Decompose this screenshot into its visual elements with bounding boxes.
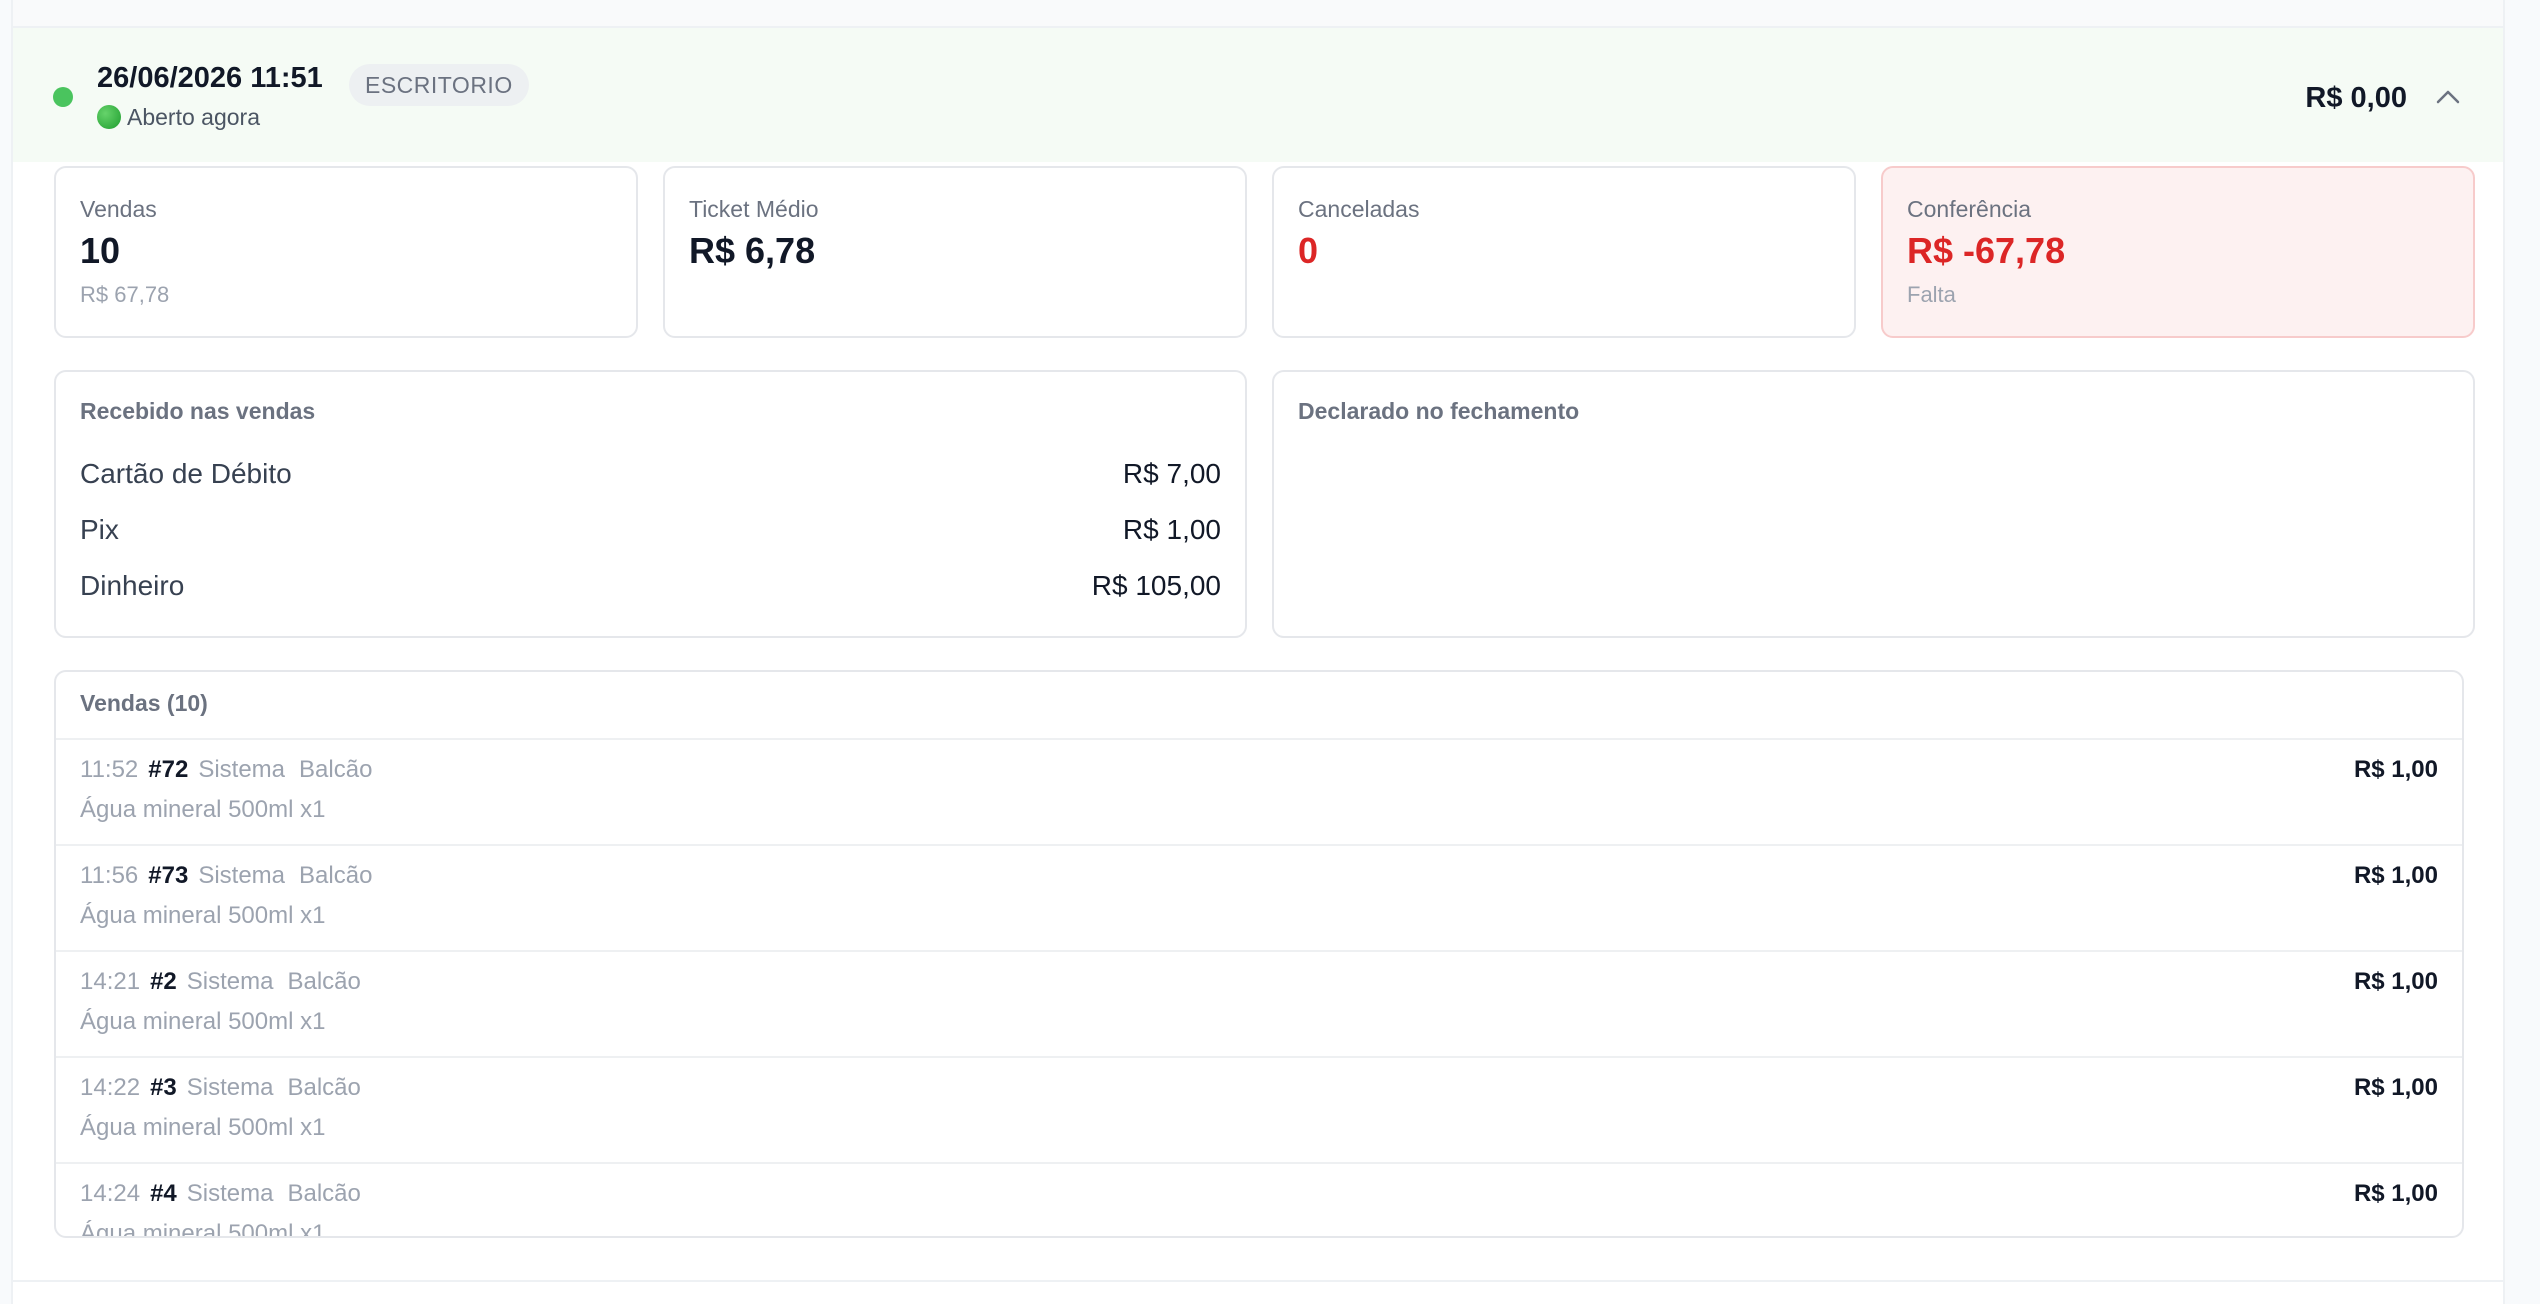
sale-number: #4: [150, 1180, 177, 1207]
status-dot-icon: [53, 87, 73, 107]
session-status-text: Aberto agora: [127, 104, 260, 130]
received-payments-card: Recebido nas vendas Cartão de Débito R$ …: [54, 370, 1247, 638]
payment-method: Cartão de Débito: [80, 458, 292, 489]
sale-channel: Balcão: [287, 968, 361, 995]
sale-time: 11:52: [80, 756, 139, 783]
payment-amount: R$ 1,00: [1122, 514, 1221, 545]
sale-number: #72: [148, 756, 189, 783]
green-circle-icon: [97, 105, 121, 129]
bottom-divider: [13, 1280, 2503, 1282]
sale-operator: Sistema: [186, 968, 274, 995]
payment-row: Cartão de Débito R$ 7,00: [80, 458, 1221, 498]
kpi-card-reconciliation: Conferência R$ -67,78 Falta: [1881, 166, 2475, 338]
sale-meta: 11:56 #73 Sistema Balcão: [80, 862, 372, 890]
sale-meta: 14:24 #4 Sistema Balcão: [80, 1180, 361, 1208]
sale-operator: Sistema: [198, 862, 286, 889]
session-total: R$ 0,00: [2305, 82, 2407, 114]
sale-amount: R$ 1,00: [2353, 1074, 2438, 1101]
sale-row[interactable]: 14:22 #3 Sistema Balcão Água mineral 500ml …: [56, 1058, 2462, 1164]
session-date: 26/06/2026 11:51: [97, 62, 323, 94]
sales-list-card: Vendas (10) 11:52 #72 Sistema Balcão Água m…: [54, 670, 2464, 1238]
sale-meta: 14:22 #3 Sistema Balcão: [80, 1074, 361, 1102]
payment-method: Pix: [80, 514, 119, 545]
kpi-label: Conferência: [1907, 196, 2032, 222]
kpi-card-sales: Vendas 10 R$ 67,78: [54, 166, 638, 338]
payment-row: Dinheiro R$ 105,00: [80, 570, 1221, 610]
payment-row: Pix R$ 1,00: [80, 514, 1221, 554]
sale-channel: Balcão: [287, 1180, 361, 1207]
sale-meta: 11:52 #72 Sistema Balcão: [80, 756, 372, 784]
sale-meta: 14:21 #2 Sistema Balcão: [80, 968, 361, 996]
cash-session-panel: 26/06/2026 11:51 ESCRITORIO Aberto agora…: [11, 0, 2505, 1304]
sale-operator: Sistema: [198, 756, 286, 783]
kpi-label: Canceladas: [1298, 196, 1420, 222]
sale-channel: Balcão: [287, 1074, 361, 1101]
sale-row[interactable]: 14:21 #2 Sistema Balcão Água mineral 500ml …: [56, 952, 2462, 1058]
declared-title: Declarado no fechamento: [1298, 398, 1580, 424]
payment-method: Dinheiro: [80, 570, 185, 601]
kpi-value: 0: [1298, 230, 1319, 271]
sale-operator: Sistema: [186, 1074, 274, 1101]
sale-time: 11:56: [80, 862, 139, 889]
sale-channel: Balcão: [299, 756, 373, 783]
sale-items: Água mineral 500ml x1: [80, 1220, 326, 1238]
top-band: [13, 0, 2503, 28]
sale-row[interactable]: 14:24 #4 Sistema Balcão Água mineral 500ml …: [56, 1164, 2462, 1238]
payment-amount: R$ 105,00: [1091, 570, 1221, 601]
kpi-label: Vendas: [80, 196, 157, 222]
sales-list[interactable]: 11:52 #72 Sistema Balcão Água mineral 500ml…: [56, 738, 2462, 1238]
sale-channel: Balcão: [299, 862, 373, 889]
chevron-up-icon[interactable]: [2433, 82, 2463, 112]
session-status: Aberto agora: [97, 104, 260, 131]
kpi-subvalue: Falta: [1907, 282, 1956, 307]
payment-amount: R$ 7,00: [1122, 458, 1221, 489]
kpi-label: Ticket Médio: [689, 196, 819, 222]
sale-items: Água mineral 500ml x1: [80, 796, 326, 823]
kpi-card-cancelled: Canceladas 0: [1272, 166, 1856, 338]
sale-time: 14:24: [80, 1180, 141, 1207]
kpi-subvalue: R$ 67,78: [80, 282, 170, 307]
sale-row[interactable]: 11:56 #73 Sistema Balcão Água mineral 500ml…: [56, 846, 2462, 952]
sale-number: #3: [150, 1074, 177, 1101]
sale-items: Água mineral 500ml x1: [80, 902, 326, 929]
sale-operator: Sistema: [186, 1180, 274, 1207]
sale-amount: R$ 1,00: [2353, 756, 2438, 783]
kpi-value: 10: [80, 230, 121, 271]
sale-items: Água mineral 500ml x1: [80, 1114, 326, 1141]
kpi-card-average-ticket: Ticket Médio R$ 6,78: [663, 166, 1247, 338]
sale-amount: R$ 1,00: [2353, 968, 2438, 995]
sale-number: #2: [150, 968, 177, 995]
sale-items: Água mineral 500ml x1: [80, 1008, 326, 1035]
sale-amount: R$ 1,00: [2353, 862, 2438, 889]
sale-time: 14:22: [80, 1074, 141, 1101]
kpi-value: R$ -67,78: [1907, 230, 2066, 271]
sales-list-title: Vendas (10): [80, 690, 208, 716]
sale-time: 14:21: [80, 968, 141, 995]
sale-amount: R$ 1,00: [2353, 1180, 2438, 1207]
declared-closing-card: Declarado no fechamento: [1272, 370, 2475, 638]
kpi-value: R$ 6,78: [689, 230, 816, 271]
received-title: Recebido nas vendas: [80, 398, 316, 424]
sale-row[interactable]: 11:52 #72 Sistema Balcão Água mineral 500ml…: [56, 740, 2462, 846]
terminal-badge: ESCRITORIO: [349, 64, 529, 106]
sale-number: #73: [148, 862, 189, 889]
session-header[interactable]: 26/06/2026 11:51 ESCRITORIO Aberto agora…: [13, 28, 2503, 162]
